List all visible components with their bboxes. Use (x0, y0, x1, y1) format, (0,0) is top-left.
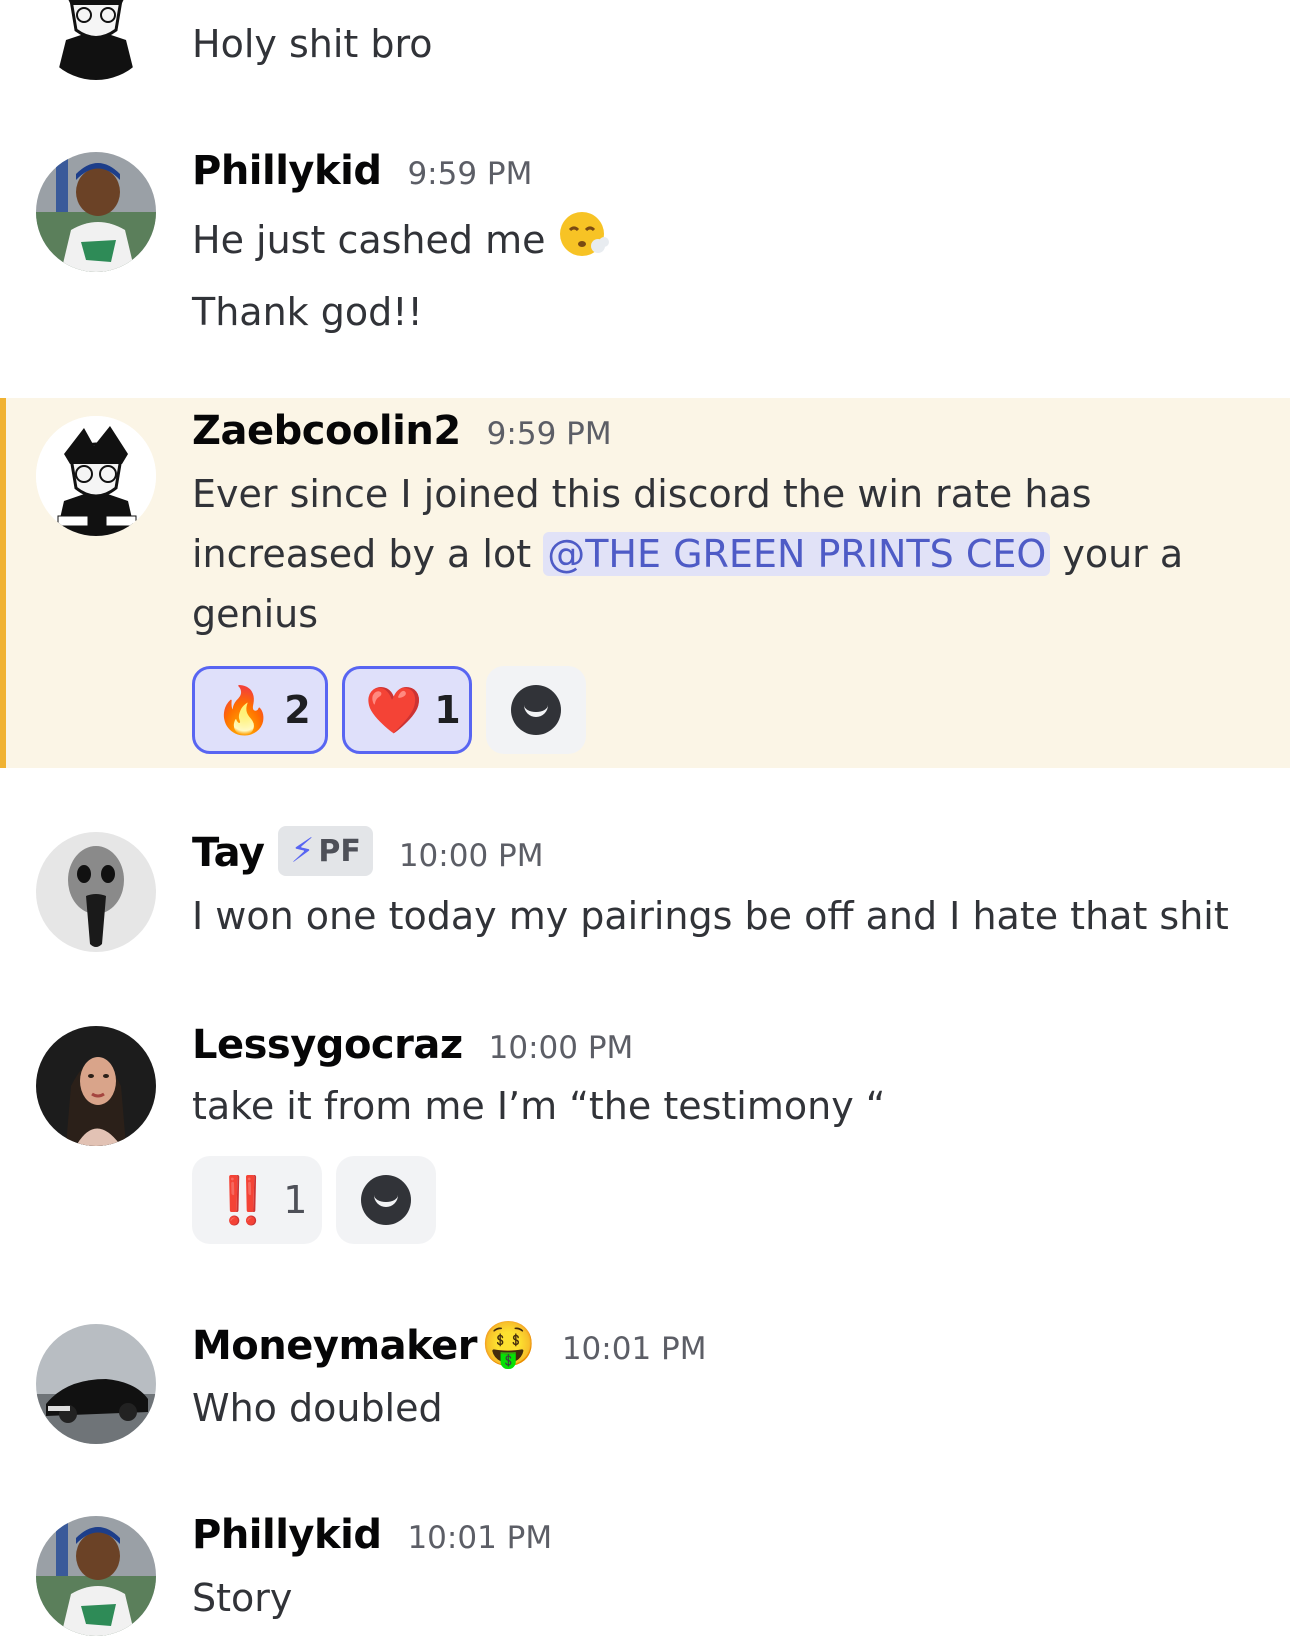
fire-icon: 🔥 (215, 683, 273, 737)
reaction-fire[interactable]: 🔥 2 (192, 666, 328, 754)
reaction-heart[interactable]: ❤️ 1 (342, 666, 472, 754)
avatar[interactable] (36, 1324, 156, 1444)
red-heart-icon: ❤️ (365, 683, 423, 737)
avatar[interactable] (36, 1026, 156, 1146)
message-text: He just cashed me (192, 208, 610, 277)
message-zaebcoolin2-prev: Holy shit bro (0, 0, 1290, 100)
server-tag-badge[interactable]: ⚡ PF (278, 826, 373, 876)
reactions-bar: 🔥 2 ❤️ 1 (192, 666, 586, 754)
reaction-double-exclamation[interactable]: ‼️ 1 (192, 1156, 322, 1244)
message-header: Zaebcoolin2 9:59 PM (192, 408, 612, 454)
face-exhaling-icon (558, 208, 610, 277)
reaction-count: 2 (284, 688, 311, 732)
message-phillykid-2: Phillykid 10:01 PM Story (0, 1500, 1290, 1636)
message-lessygocraz: Lessygocraz 10:00 PM take it from me I’m… (0, 1010, 1290, 1250)
message-text: I won one today my pairings be off and I… (192, 894, 1229, 938)
avatar[interactable] (36, 1516, 156, 1636)
timestamp: 10:00 PM (398, 838, 544, 874)
timestamp: 10:00 PM (488, 1030, 634, 1066)
message-text: Who doubled (192, 1386, 443, 1430)
timestamp: 10:01 PM (407, 1520, 553, 1556)
username[interactable]: Moneymaker (192, 1323, 478, 1369)
message-text: Ever since I joined this discord the win… (192, 464, 1232, 644)
user-mention[interactable]: @THE GREEN PRINTS CEO (543, 532, 1051, 576)
avatar[interactable] (36, 152, 156, 272)
timestamp: 10:01 PM (561, 1331, 707, 1367)
badge-label: PF (318, 833, 361, 869)
reaction-count: 1 (283, 1178, 308, 1222)
username[interactable]: Zaebcoolin2 (192, 408, 461, 454)
message-header: Tay ⚡ PF 10:00 PM (192, 826, 544, 880)
username[interactable]: Tay (192, 830, 265, 876)
add-reaction-button[interactable] (336, 1156, 436, 1244)
message-text: Holy shit bro (192, 22, 433, 66)
timestamp: 9:59 PM (407, 156, 533, 192)
message-tay: Tay ⚡ PF 10:00 PM I won one today my pair… (0, 820, 1290, 970)
message-text: take it from me I’m “the testimony “ (192, 1084, 886, 1128)
message-phillykid: Phillykid 9:59 PM He just cashed me Than… (0, 140, 1290, 360)
username[interactable]: Lessygocraz (192, 1022, 463, 1068)
message-header: Moneymaker 🤑 10:01 PM (192, 1318, 706, 1370)
add-reaction-button[interactable] (486, 666, 586, 754)
message-text: Story (192, 1576, 293, 1620)
reaction-count: 1 (434, 688, 461, 732)
timestamp: 9:59 PM (486, 416, 612, 452)
message-header: Phillykid 9:59 PM (192, 148, 532, 194)
username[interactable]: Phillykid (192, 148, 382, 194)
message-line: Thank god!! (192, 290, 423, 334)
username[interactable]: Phillykid (192, 1512, 382, 1558)
avatar[interactable] (36, 832, 156, 952)
message-line: He just cashed me (192, 218, 546, 262)
smiley-add-icon (361, 1175, 411, 1225)
double-exclamation-icon: ‼️ (214, 1173, 272, 1227)
message-header: Phillykid 10:01 PM (192, 1512, 552, 1558)
message-moneymaker: Moneymaker 🤑 10:01 PM Who doubled (0, 1310, 1290, 1460)
message-header: Lessygocraz 10:00 PM (192, 1022, 633, 1068)
lightning-bolt-icon: ⚡ (290, 831, 315, 871)
smiley-add-icon (511, 685, 561, 735)
avatar[interactable] (36, 416, 156, 536)
money-mouth-face-icon: 🤑 (481, 1319, 536, 1370)
message-zaebcoolin2: Zaebcoolin2 9:59 PM Ever since I joined … (0, 398, 1290, 768)
reactions-bar: ‼️ 1 (192, 1156, 436, 1244)
avatar[interactable] (36, 0, 156, 80)
